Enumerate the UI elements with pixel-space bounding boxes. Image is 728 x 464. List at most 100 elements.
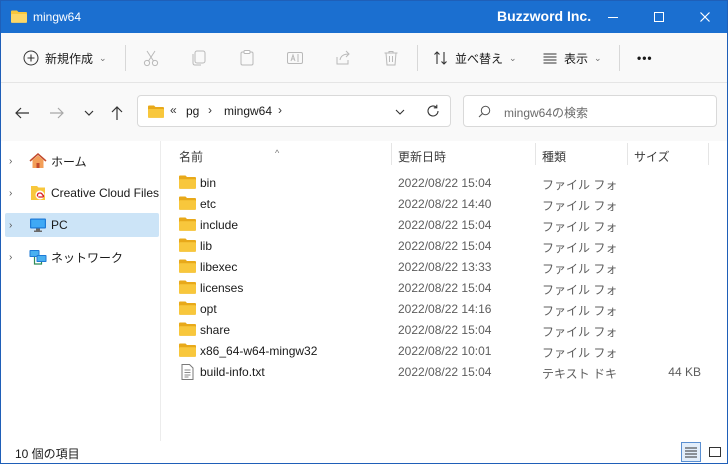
expand-chevron-icon[interactable]: ›: [9, 252, 21, 263]
column-header-date[interactable]: 更新日時: [398, 148, 446, 165]
column-header-size[interactable]: サイズ: [634, 148, 670, 165]
column-divider[interactable]: [535, 143, 536, 165]
file-date: 2022/08/22 15:04: [398, 281, 492, 295]
forward-arrow-icon[interactable]: [48, 104, 66, 122]
folder-icon: [179, 175, 196, 192]
file-date: 2022/08/22 15:04: [398, 365, 492, 379]
expand-chevron-icon[interactable]: ›: [9, 156, 21, 167]
text-file-icon: [179, 364, 196, 383]
breadcrumb-pg[interactable]: pg: [186, 104, 199, 118]
new-label: 新規作成: [45, 51, 94, 66]
file-row[interactable]: lib 2022/08/22 15:04 ファイル フォルダー: [175, 235, 723, 256]
back-arrow-icon[interactable]: [13, 104, 31, 122]
paste-icon[interactable]: [237, 48, 257, 68]
file-type: ファイル フォルダー: [542, 325, 616, 339]
column-header-name[interactable]: 名前: [179, 148, 203, 165]
breadcrumb-separator[interactable]: ›: [278, 103, 282, 117]
share-icon[interactable]: [333, 48, 353, 68]
sort-label: 並べ替え: [455, 51, 504, 66]
sidebar-item-label: ネットワーク: [51, 250, 124, 265]
thumbnail-view-button[interactable]: [705, 442, 725, 462]
sort-button[interactable]: 並べ替え ⌄: [433, 45, 517, 71]
up-arrow-icon[interactable]: [108, 104, 126, 122]
maximize-button[interactable]: [637, 1, 681, 33]
file-row[interactable]: include 2022/08/22 15:04 ファイル フォルダー: [175, 214, 723, 235]
creative-cloud-icon: [29, 184, 47, 202]
file-row[interactable]: x86_64-w64-mingw32 2022/08/22 10:01 ファイル フ…: [175, 340, 723, 361]
expand-chevron-icon[interactable]: ›: [9, 188, 21, 199]
folder-icon: [179, 259, 196, 276]
toolbar-divider: [417, 45, 418, 71]
pc-icon: [29, 216, 47, 234]
folder-icon: [179, 238, 196, 255]
breadcrumb-mingw64[interactable]: mingw64: [224, 104, 272, 118]
minimize-button[interactable]: [591, 1, 635, 33]
new-button[interactable]: 新規作成 ⌄: [23, 45, 107, 71]
copy-icon[interactable]: [189, 48, 209, 68]
view-button[interactable]: 表示 ⌄: [542, 45, 602, 71]
file-name: licenses: [200, 281, 244, 295]
sidebar-item-network[interactable]: › ネットワーク: [5, 245, 159, 269]
recent-locations-chevron-icon[interactable]: [80, 104, 98, 122]
file-name: include: [200, 218, 239, 232]
file-name: lib: [200, 239, 213, 253]
file-type: ファイル フォルダー: [542, 241, 616, 255]
sort-ascending-icon: ^: [275, 148, 280, 158]
file-type: ファイル フォルダー: [542, 178, 616, 192]
file-row[interactable]: libexec 2022/08/22 13:33 ファイル フォルダー: [175, 256, 723, 277]
folder-icon: [148, 105, 164, 118]
rename-icon[interactable]: [285, 48, 305, 68]
file-size: 44 KB: [668, 365, 701, 379]
cut-icon[interactable]: [141, 48, 161, 68]
sidebar-item-pc[interactable]: › PC: [5, 213, 159, 237]
file-type: ファイル フォルダー: [542, 304, 616, 318]
delete-icon[interactable]: [381, 48, 401, 68]
sidebar-item-home[interactable]: › ホーム: [5, 149, 159, 173]
search-placeholder: mingw64の検索: [504, 106, 589, 120]
sidebar-item-creative-cloud[interactable]: › Creative Cloud Files: [5, 181, 159, 205]
file-row[interactable]: licenses 2022/08/22 15:04 ファイル フォルダー: [175, 277, 723, 298]
address-history-chevron-icon[interactable]: [394, 106, 406, 118]
toolbar-divider: [125, 45, 126, 71]
view-list-icon: [543, 53, 557, 64]
file-date: 2022/08/22 10:01: [398, 344, 492, 358]
file-row[interactable]: share 2022/08/22 15:04 ファイル フォルダー: [175, 319, 723, 340]
file-type: ファイル フォルダー: [542, 283, 616, 297]
view-label: 表示: [564, 51, 589, 66]
breadcrumb-overflow[interactable]: «: [170, 103, 177, 117]
close-button[interactable]: [683, 1, 727, 33]
file-type: ファイル フォルダー: [542, 346, 616, 360]
file-name: etc: [200, 197, 217, 211]
search-box[interactable]: mingw64の検索: [463, 95, 717, 127]
column-header-type[interactable]: 種類: [542, 148, 566, 165]
navigation-pane: › ホーム › Creative Cloud Files › PC › ネットワ…: [1, 141, 161, 441]
refresh-icon[interactable]: [426, 104, 440, 118]
column-divider[interactable]: [708, 143, 709, 165]
close-icon: [700, 12, 710, 22]
file-list: 名前 ^ 更新日時 種類 サイズ bin 2022/08/22 15:04 ファイル…: [161, 141, 727, 441]
file-name: opt: [200, 302, 217, 316]
toolbar-divider: [619, 45, 620, 71]
file-row[interactable]: bin 2022/08/22 15:04 ファイル フォルダー: [175, 172, 723, 193]
window-title: mingw64: [33, 10, 82, 24]
column-divider[interactable]: [627, 143, 628, 165]
address-bar[interactable]: « pg › mingw64 ›: [137, 95, 451, 127]
explorer-window: mingw64 Buzzword Inc. 新規作成 ⌄ 並べ替え ⌄ 表示 ⌄…: [0, 0, 728, 464]
file-name: x86_64-w64-mingw32: [200, 344, 318, 358]
column-divider[interactable]: [391, 143, 392, 165]
title-bar[interactable]: mingw64 Buzzword Inc.: [1, 1, 727, 33]
file-row[interactable]: build-info.txt 2022/08/22 15:04 テキスト ドキュメン…: [175, 361, 723, 382]
more-options-button[interactable]: •••: [637, 45, 653, 71]
file-date: 2022/08/22 15:04: [398, 176, 492, 190]
breadcrumb-separator[interactable]: ›: [208, 103, 212, 117]
file-row[interactable]: opt 2022/08/22 14:16 ファイル フォルダー: [175, 298, 723, 319]
column-header-row: 名前 ^ 更新日時 種類 サイズ: [161, 141, 727, 167]
details-view-button[interactable]: [681, 442, 701, 462]
plus-circle-icon: [23, 50, 39, 66]
file-type: ファイル フォルダー: [542, 220, 616, 234]
expand-chevron-icon[interactable]: ›: [9, 220, 21, 231]
file-row[interactable]: etc 2022/08/22 14:40 ファイル フォルダー: [175, 193, 723, 214]
file-type: テキスト ドキュメント: [542, 367, 616, 381]
details-view-icon: [685, 447, 697, 458]
file-date: 2022/08/22 13:33: [398, 260, 492, 274]
